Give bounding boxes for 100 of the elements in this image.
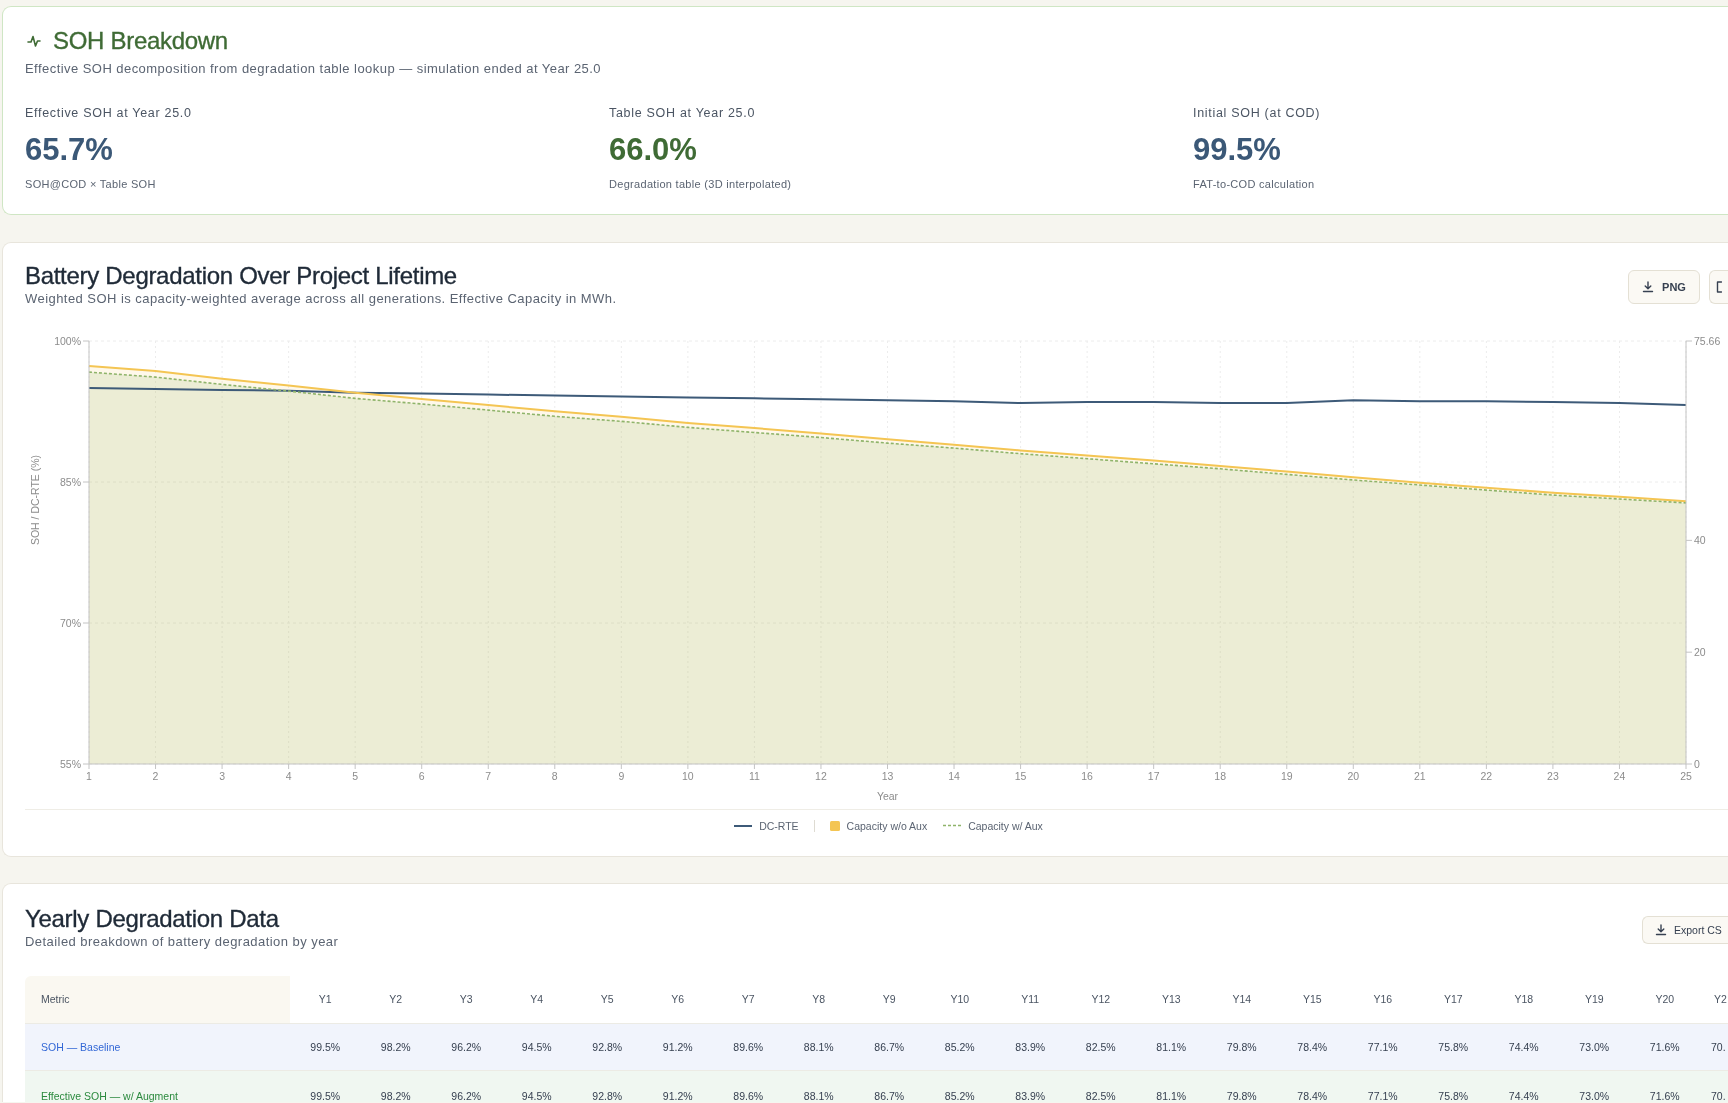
tick-label: 10 [682, 770, 694, 782]
card-title: Battery Degradation Over Project Lifetime [25, 262, 458, 290]
tick-label: 19 [1280, 770, 1293, 782]
table-cell-text: 99.5% [309, 1089, 342, 1102]
tick-label: 100% [54, 334, 81, 347]
tick-label: 0 [1694, 757, 1700, 770]
export-button[interactable]: Export CS [1642, 916, 1728, 944]
table-cell-text: 74.4% [1507, 1089, 1540, 1102]
tick-label: 12 [815, 770, 827, 782]
column-header: Metric [25, 976, 290, 1023]
table-cell-text: 81.1% [1155, 1040, 1188, 1055]
column-header: Y15 [1301, 992, 1323, 1007]
legend-label: Capacity w/ Aux [968, 819, 1043, 832]
tick-label: 3 [219, 770, 225, 782]
tick-label: 55% [60, 757, 81, 770]
axis-title: SOH / DC-RTE (%) [29, 454, 41, 546]
table-cell-text: 77.1% [1366, 1089, 1399, 1102]
row-label: SOH — Baseline [40, 1040, 122, 1055]
column-header: Y1 [317, 992, 333, 1007]
table-cell-text: 75.8% [1437, 1040, 1470, 1055]
column-header: Y8 [811, 992, 827, 1007]
tick-label: 23 [1547, 770, 1559, 782]
stat-label: Initial SOH (at COD) [1193, 105, 1322, 121]
tick-label: 7 [485, 770, 492, 782]
column-header: Y14 [1231, 992, 1253, 1007]
table-cell-text: 86.7% [873, 1040, 906, 1055]
card-subtitle: Weighted SOH is capacity-weighted average across all generations. Effective Capacity in MWh. [25, 292, 618, 306]
column-header: Y3 [458, 992, 474, 1007]
column-header: Y20 [1654, 992, 1676, 1007]
table-cell-text: 79.8% [1225, 1040, 1258, 1055]
tick-label: 16 [1081, 770, 1093, 782]
column-header: Y2 [388, 992, 404, 1007]
column-header: Y13 [1160, 992, 1182, 1007]
table-cell-text: 92.8% [591, 1040, 624, 1055]
stat-note: Degradation table (3D interpolated) [609, 177, 793, 191]
tick-label: 11 [748, 770, 760, 782]
pulse-icon [27, 34, 41, 48]
tick-label: 70% [60, 616, 81, 629]
stat-value: 99.5% [1193, 133, 1282, 167]
table-cell-text: 83.9% [1014, 1040, 1047, 1055]
column-header: Y16 [1372, 992, 1394, 1007]
column-header: Y11 [1020, 992, 1041, 1007]
card-title: Yearly Degradation Data [25, 905, 280, 933]
axis-title: Year [876, 790, 899, 802]
table-cell-text: 82.5% [1084, 1089, 1117, 1102]
tick-label: 15 [1014, 770, 1027, 782]
column-header: Y17 [1442, 992, 1464, 1007]
legend-label: Capacity w/o Aux [846, 819, 928, 832]
table-cell-text: 99.5% [309, 1040, 342, 1055]
table-cell-text: 77.1% [1366, 1040, 1399, 1055]
card-subtitle: Detailed breakdown of battery degradation by year [25, 935, 340, 949]
stat-value: 66.0% [609, 133, 698, 167]
tick-label: 8 [551, 770, 558, 782]
table-cell-text: 81.1% [1155, 1089, 1188, 1102]
legend-label: DC-RTE [759, 819, 799, 832]
tick-label: 5 [352, 770, 359, 782]
column-header: Y5 [599, 992, 615, 1007]
card-title: SOH Breakdown [53, 27, 228, 55]
row-label: Effective SOH — w/ Augment [40, 1089, 179, 1102]
column-header: Y6 [670, 992, 686, 1007]
table-cell-text: 94.5% [520, 1089, 553, 1102]
tick-label: 85% [60, 475, 81, 488]
table-cell-text: 70. [1710, 1040, 1727, 1055]
column-header: Y12 [1090, 992, 1112, 1007]
table-cell-text: 73.0% [1578, 1089, 1611, 1102]
png-button[interactable]: PNG [1628, 270, 1700, 304]
table-cell-text: 94.5% [520, 1040, 553, 1055]
tick-label: 18 [1214, 770, 1227, 782]
column-header: Y7 [740, 992, 756, 1007]
stat-value: 65.7% [25, 133, 114, 167]
tick-label: 1 [86, 770, 92, 782]
tick-label: 22 [1480, 770, 1493, 782]
table-cell-text: 71.6% [1648, 1040, 1681, 1055]
column-header: Y10 [949, 992, 971, 1007]
card-subtitle: Effective SOH decomposition from degradation table lookup — simulation ended at Year 25.0 [25, 61, 603, 77]
tick-label: 14 [948, 770, 960, 782]
table-cell-text: 98.2% [379, 1089, 412, 1102]
tick-label: 4 [285, 770, 292, 782]
table-cell-text: 89.6% [732, 1089, 765, 1102]
table-cell-text: 89.6% [732, 1040, 765, 1055]
table-cell-text: 71.6% [1648, 1089, 1681, 1102]
toolbar-button[interactable] [1709, 270, 1728, 304]
stat-label: Effective SOH at Year 25.0 [25, 105, 193, 121]
tick-label: 20 [1347, 770, 1360, 782]
download-icon [1655, 924, 1667, 936]
table-cell-text: 92.8% [591, 1089, 624, 1102]
table-cell-text: 75.8% [1437, 1089, 1470, 1102]
column-header: Y18 [1513, 992, 1535, 1007]
tick-label: 24 [1613, 770, 1626, 782]
column-header: Y2 [1713, 992, 1728, 1007]
tick-label: 21 [1414, 770, 1426, 782]
table-cell-text: 98.2% [379, 1040, 412, 1055]
table-cell-text: 91.2% [661, 1089, 694, 1102]
stat-label: Table SOH at Year 25.0 [609, 105, 757, 121]
tick-label: 13 [881, 770, 894, 782]
tick-label: 25 [1680, 770, 1692, 782]
bracket-icon [1716, 281, 1722, 293]
stat-note: SOH@COD × Table SOH [25, 177, 157, 191]
table-cell-text: 74.4% [1507, 1040, 1540, 1055]
download-icon [1642, 281, 1655, 293]
